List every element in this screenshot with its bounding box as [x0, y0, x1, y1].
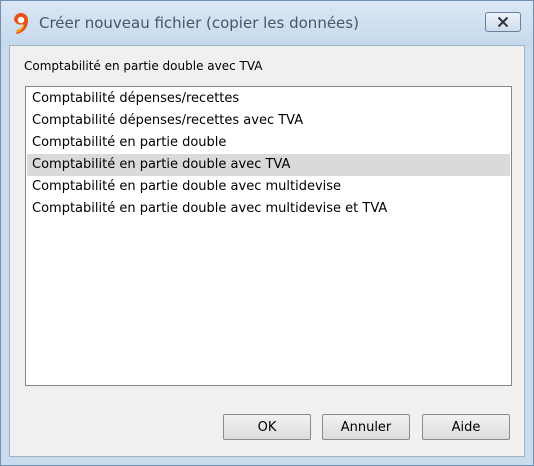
selection-label: Comptabilité en partie double avec TVA: [24, 59, 263, 73]
cancel-button[interactable]: Annuler: [322, 414, 410, 440]
list-item[interactable]: Comptabilité en partie double: [27, 132, 510, 154]
close-icon: [497, 16, 509, 28]
banana-9-icon: [14, 13, 28, 34]
list-item[interactable]: Comptabilité dépenses/recettes: [27, 88, 510, 110]
help-button[interactable]: Aide: [422, 414, 510, 440]
title-bar[interactable]: Créer nouveau fichier (copier les donnée…: [1, 1, 533, 45]
template-list[interactable]: Comptabilité dépenses/recettes Comptabil…: [25, 86, 512, 386]
window-title: Créer nouveau fichier (copier les donnée…: [39, 14, 359, 32]
list-item[interactable]: Comptabilité en partie double avec multi…: [27, 198, 510, 220]
dialog-window: Créer nouveau fichier (copier les donnée…: [0, 0, 534, 466]
list-item[interactable]: Comptabilité dépenses/recettes avec TVA: [27, 110, 510, 132]
list-item[interactable]: Comptabilité en partie double avec multi…: [27, 176, 510, 198]
close-button[interactable]: [485, 12, 521, 32]
dialog-body: Comptabilité en partie double avec TVA C…: [9, 45, 525, 457]
ok-button[interactable]: OK: [223, 414, 311, 440]
list-item-selected[interactable]: Comptabilité en partie double avec TVA: [27, 154, 510, 176]
